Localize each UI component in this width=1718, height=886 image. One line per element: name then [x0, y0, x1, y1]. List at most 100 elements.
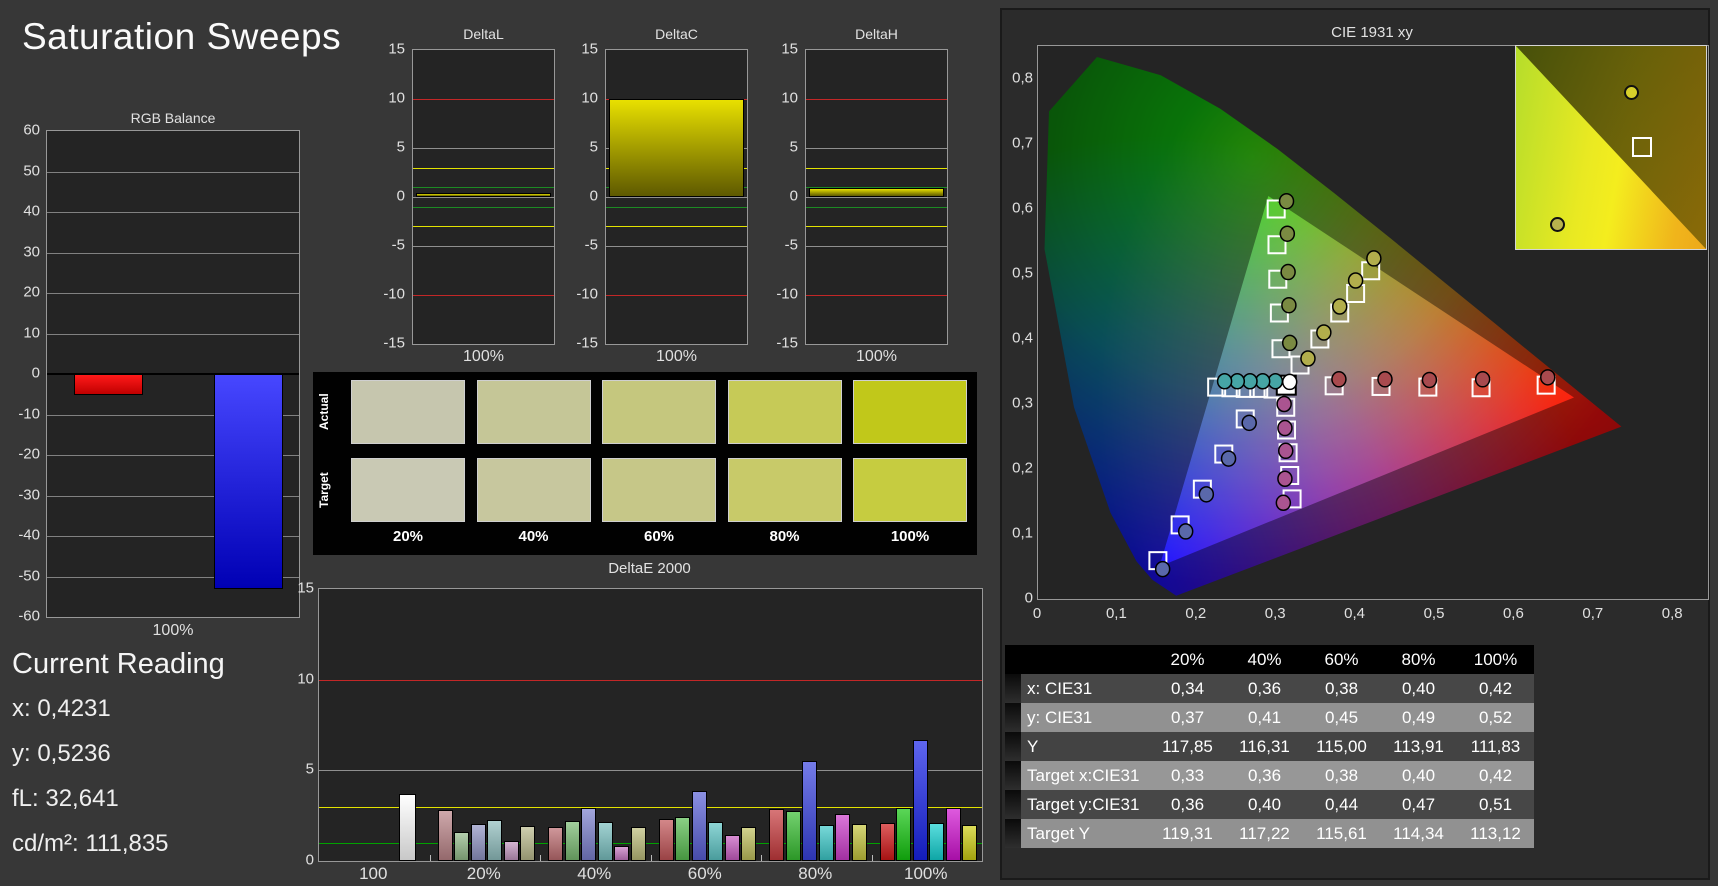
swatch-column-label: 40%: [518, 528, 549, 545]
deltae2000-plot[interactable]: [318, 588, 983, 862]
table-cell: 0,40: [1226, 790, 1303, 819]
current-reading-fl: fL: 32,641: [12, 785, 119, 812]
y-tick-label: 10: [23, 324, 40, 341]
cie-measured-circle-yellow: [1366, 250, 1382, 267]
cie-x-tick-label: 0,2: [1185, 605, 1207, 622]
table-gutter-cell: [1005, 761, 1021, 790]
deltaC-plot[interactable]: [605, 49, 748, 345]
cie-whitepoint-circle: [1281, 373, 1298, 391]
y-tick-label: 30: [23, 243, 40, 260]
y-tick-label: 10: [781, 89, 798, 107]
cie-measured-circle-blue: [1154, 560, 1171, 578]
cie-x-tick-label: 0,5: [1423, 605, 1445, 622]
y-tick-label: 10: [388, 89, 405, 107]
actual-swatch: [602, 380, 716, 444]
cie-measured-circle-yellow: [1316, 324, 1332, 341]
y-tick-label: 0: [589, 187, 598, 205]
cie-measured-circle-cyan: [1254, 373, 1271, 390]
table-cell: 0,47: [1380, 790, 1457, 819]
reference-line: [413, 226, 554, 228]
table-cell: 117,22: [1226, 819, 1303, 848]
cie-measured-circle-cyan: [1242, 373, 1258, 390]
deltae-bar: [912, 739, 928, 861]
reference-line: [606, 197, 747, 198]
cie-y-tick-label: 0: [1024, 589, 1033, 607]
swatch-panel: Actual Target 20% 40% 60% 80% 100%: [313, 372, 977, 555]
swatch-row-label: Actual: [317, 393, 331, 431]
target-swatch: [602, 458, 716, 522]
gridline: [47, 293, 299, 294]
table-cell: 0,38: [1303, 674, 1380, 703]
reference-line: [319, 806, 982, 808]
table-cell: 0,42: [1457, 761, 1534, 790]
table-cell: 114,34: [1380, 819, 1457, 848]
y-tick-label: 15: [297, 579, 314, 597]
table-header-cell: 60%: [1303, 645, 1380, 674]
table-cell: 0,40: [1380, 674, 1457, 703]
y-tick-label: 10: [581, 89, 598, 107]
deltae-bar: [564, 821, 580, 861]
y-tick-label: -40: [18, 526, 40, 544]
table-cell: 0,36: [1226, 761, 1303, 790]
rgb-balance-plot[interactable]: [46, 130, 300, 618]
y-tick-label: 15: [388, 40, 405, 58]
target-swatch: [853, 458, 967, 522]
table-row-label: y: CIE31: [1021, 703, 1149, 732]
y-tick-label: -5: [784, 236, 798, 254]
actual-swatch: [351, 380, 465, 444]
inset-target-square: [1631, 137, 1652, 158]
gridline: [47, 171, 299, 173]
reference-line: [606, 206, 747, 208]
table-row[interactable]: Y 117,85 116,31 115,00 113,91 111,83: [1005, 732, 1535, 761]
page: Saturation Sweeps RGB Balance 60 50 40 30 20…: [0, 0, 1718, 886]
table-row-label: Target Y: [1021, 819, 1149, 848]
deltaH-bar: [809, 188, 944, 197]
swatch-row-label: Target: [317, 472, 331, 508]
cie-zoom-inset[interactable]: [1515, 45, 1707, 250]
table-cell: 111,83: [1457, 732, 1534, 761]
cie-measured-circle-red: [1539, 369, 1556, 386]
reference-line: [806, 246, 947, 247]
cie-measured-circle-magenta: [1277, 442, 1294, 460]
reference-line: [413, 167, 554, 169]
table-header-cell: 100%: [1457, 645, 1534, 674]
table-header-label-cell: [1021, 645, 1149, 674]
cie-x-tick-label: 0: [1032, 605, 1042, 622]
table-row[interactable]: y: CIE31 0,37 0,41 0,45 0,49 0,52: [1005, 703, 1535, 732]
deltaH-plot[interactable]: [805, 49, 948, 345]
table-cell: 115,00: [1303, 732, 1380, 761]
swatch-column-label: 20%: [392, 528, 424, 545]
measurement-table: 20% 40% 60% 80% 100% x: CIE31 0,34 0,36 0,38 0,40…: [1005, 645, 1535, 848]
y-tick-label: -30: [18, 486, 40, 503]
table-row[interactable]: Target x:CIE31 0,33 0,36 0,38 0,40 0,42: [1005, 761, 1535, 790]
deltaL-title: DeltaL: [463, 26, 504, 42]
cie-measured-circle-cyan: [1267, 373, 1284, 390]
table-header-cell: 40%: [1226, 645, 1303, 674]
deltaC-x-label: 100%: [656, 348, 697, 365]
table-cell: 113,91: [1380, 732, 1457, 761]
current-reading: Current Reading x: 0,4231 y: 0,5236 fL: …: [12, 648, 312, 875]
deltae-bar: [879, 822, 895, 861]
table-row[interactable]: Target Y 119,31 117,22 115,61 114,34 113,12: [1005, 819, 1535, 848]
cie-measured-circle-red: [1377, 371, 1393, 388]
table-cell: 0,33: [1149, 761, 1226, 790]
table-cell: 116,31: [1226, 732, 1303, 761]
reference-line: [806, 99, 947, 100]
deltaL-y-axis: 15 10 5 0 -5 -10 -15: [375, 41, 409, 352]
deltaL-plot[interactable]: [412, 49, 555, 345]
y-tick-label: 10: [297, 670, 314, 688]
table-cell: 0,36: [1149, 790, 1226, 819]
cie-measured-circle-magenta: [1277, 470, 1293, 487]
table-row[interactable]: x: CIE31 0,34 0,36 0,38 0,40 0,42: [1005, 674, 1535, 703]
cie-measured-circle-red: [1421, 371, 1438, 389]
y-tick-label: 5: [789, 138, 798, 156]
y-tick-label: 15: [581, 40, 598, 58]
swatch-column-label: 60%: [643, 528, 675, 545]
deltae-bar: [520, 825, 535, 861]
cie-x-tick-label: 0,1: [1105, 605, 1127, 622]
table-cell: 0,41: [1226, 703, 1303, 732]
y-tick-label: -10: [776, 285, 798, 303]
table-row[interactable]: Target y:CIE31 0,36 0,40 0,44 0,47 0,51: [1005, 790, 1535, 819]
table-cell: 0,52: [1457, 703, 1534, 732]
inset-measured-circle: [1550, 216, 1566, 232]
